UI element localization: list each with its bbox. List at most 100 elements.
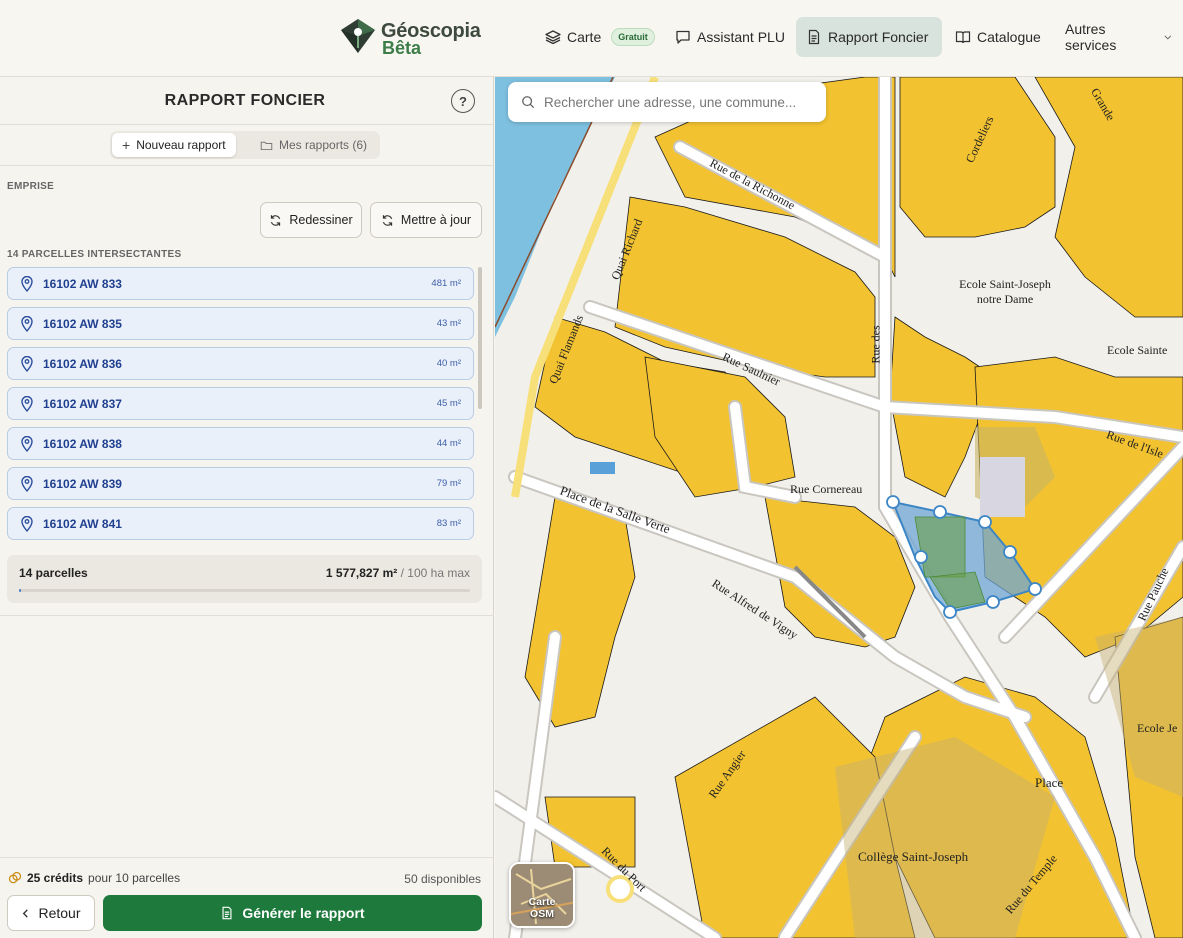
tab-nouveau-rapport[interactable]: + Nouveau rapport <box>112 133 236 157</box>
nav-carte-label: Carte <box>567 29 602 45</box>
summary-area-max: / 100 ha max <box>397 566 470 580</box>
parcel-id: 16102 AW 833 <box>43 277 122 291</box>
layer-switch-button[interactable]: Carte OSM <box>509 862 575 928</box>
summary-count: 14 parcelles <box>19 566 88 580</box>
chevron-left-icon <box>23 908 29 918</box>
plus-icon: + <box>122 137 131 153</box>
nav-catalogue[interactable]: Catalogue <box>945 17 1051 57</box>
nav-rapport-foncier[interactable]: Rapport Foncier <box>796 17 942 57</box>
panel-title: RAPPORT FONCIER <box>164 92 326 109</box>
location-pin-icon <box>21 436 33 452</box>
search-input[interactable] <box>544 92 814 112</box>
back-button[interactable]: Retour <box>7 895 95 931</box>
parcel-item[interactable]: 16102 AW 833 481 m² <box>7 267 474 300</box>
credits-amount: 25 crédits <box>27 871 84 885</box>
credits-available: 50 disponibles <box>404 872 481 886</box>
parcel-id: 16102 AW 836 <box>43 357 122 371</box>
coins-icon <box>8 871 22 884</box>
parcel-area: 40 m² <box>436 358 461 369</box>
area-progress-fill <box>19 589 21 592</box>
building-label: Ecole Sainte <box>1107 343 1168 357</box>
nav-assistant-plu-label: Assistant PLU <box>697 29 785 45</box>
folder-icon <box>260 141 273 150</box>
nav-assistant-plu[interactable]: Assistant PLU <box>665 17 795 57</box>
top-navigation-bar: Géoscopia Bêta Carte Gratuit Assistant P… <box>0 0 1183 77</box>
location-pin-icon <box>21 316 33 332</box>
book-icon <box>955 31 971 44</box>
divider <box>0 165 494 166</box>
emprise-label: EMPRISE <box>7 181 55 192</box>
free-badge: Gratuit <box>611 28 655 46</box>
parcel-item[interactable]: 16102 AW 837 45 m² <box>7 387 474 420</box>
parcel-item[interactable]: 16102 AW 839 79 m² <box>7 467 474 500</box>
parcel-item[interactable]: 16102 AW 835 43 m² <box>7 307 474 340</box>
parcel-item[interactable]: 16102 AW 841 83 m² <box>7 507 474 540</box>
map-view[interactable]: Rue de la Richonne Quai Richard Quai Fla… <box>495 77 1183 938</box>
location-pin-icon <box>21 276 33 292</box>
parcel-list-scrollbar[interactable] <box>478 267 482 409</box>
logo-subtitle: Bêta <box>382 38 422 58</box>
nav-carte[interactable]: Carte Gratuit <box>535 17 665 57</box>
parcel-area: 43 m² <box>436 318 461 329</box>
report-tabs: + Nouveau rapport Mes rapports (6) <box>110 131 380 159</box>
parcel-summary: 14 parcelles 1 577,827 m² / 100 ha max <box>7 555 482 603</box>
document-icon <box>222 906 232 920</box>
parcel-area: 79 m² <box>436 478 461 489</box>
panel-header: RAPPORT FONCIER ? <box>0 77 494 125</box>
tab-nouveau-rapport-label: Nouveau rapport <box>136 138 226 152</box>
location-pin-icon <box>21 516 33 532</box>
parcel-area: 481 m² <box>431 278 461 289</box>
parcel-id: 16102 AW 841 <box>43 517 122 531</box>
redraw-label: Redessiner <box>289 213 353 227</box>
geoscopia-logo[interactable]: Géoscopia Bêta <box>340 16 490 60</box>
generate-report-button[interactable]: Générer le rapport <box>103 895 482 931</box>
document-icon <box>808 29 820 45</box>
update-label: Mettre à jour <box>400 213 472 227</box>
layer-switch-label: Carte OSM <box>511 896 573 920</box>
building-label: Ecole Je <box>1137 721 1178 735</box>
generate-report-label: Générer le rapport <box>242 905 365 921</box>
rapport-foncier-panel: RAPPORT FONCIER ? + Nouveau rapport Mes … <box>0 77 494 938</box>
credits-detail: pour 10 parcelles <box>88 871 181 885</box>
chevron-down-icon <box>1164 35 1172 40</box>
parcel-id: 16102 AW 835 <box>43 317 122 331</box>
parcel-area: 44 m² <box>436 438 461 449</box>
nav-catalogue-label: Catalogue <box>977 29 1041 45</box>
layer-switch-label-text: Carte OSM <box>528 896 556 920</box>
parcel-area: 83 m² <box>436 518 461 529</box>
parcel-item[interactable]: 16102 AW 836 40 m² <box>7 347 474 380</box>
credits-info: 25 crédits pour 10 parcelles <box>8 871 180 885</box>
map-search-bar[interactable] <box>508 82 826 122</box>
place-label: Place <box>1035 775 1064 790</box>
tab-mes-rapports-label: Mes rapports (6) <box>279 138 368 152</box>
nav-autres-services[interactable]: Autres services <box>1055 17 1183 57</box>
update-button[interactable]: Mettre à jour <box>370 202 482 238</box>
area-progress-bar <box>19 589 470 592</box>
parcel-item[interactable]: 16102 AW 838 44 m² <box>7 427 474 460</box>
location-pin-icon <box>21 396 33 412</box>
redraw-button[interactable]: Redessiner <box>260 202 362 238</box>
nav-autres-services-label: Autres services <box>1065 21 1117 53</box>
tab-mes-rapports[interactable]: Mes rapports (6) <box>250 133 377 157</box>
parcel-area: 45 m² <box>436 398 461 409</box>
divider <box>0 615 494 616</box>
parcel-list: 16102 AW 833 481 m² 16102 AW 835 43 m² 1… <box>7 267 474 542</box>
back-label: Retour <box>38 905 81 921</box>
refresh-icon <box>382 214 393 226</box>
location-pin-icon <box>21 356 33 372</box>
logo-diamond-icon <box>341 19 375 53</box>
parcel-id: 16102 AW 838 <box>43 437 122 451</box>
search-icon <box>522 96 535 109</box>
building-label: Ecole Saint-Joseph notre Dame <box>959 277 1051 306</box>
summary-area: 1 577,827 m² / 100 ha max <box>326 566 470 580</box>
help-icon[interactable]: ? <box>451 89 475 113</box>
street-label: Rue des <box>868 325 883 364</box>
parcel-id: 16102 AW 837 <box>43 397 122 411</box>
divider <box>0 857 494 858</box>
chat-icon <box>676 30 690 44</box>
nav-rapport-foncier-label: Rapport Foncier <box>828 29 929 45</box>
layers-icon <box>545 30 561 45</box>
refresh-icon <box>271 214 281 226</box>
street-label: Rue Cornereau <box>790 482 863 496</box>
parcel-id: 16102 AW 839 <box>43 477 122 491</box>
